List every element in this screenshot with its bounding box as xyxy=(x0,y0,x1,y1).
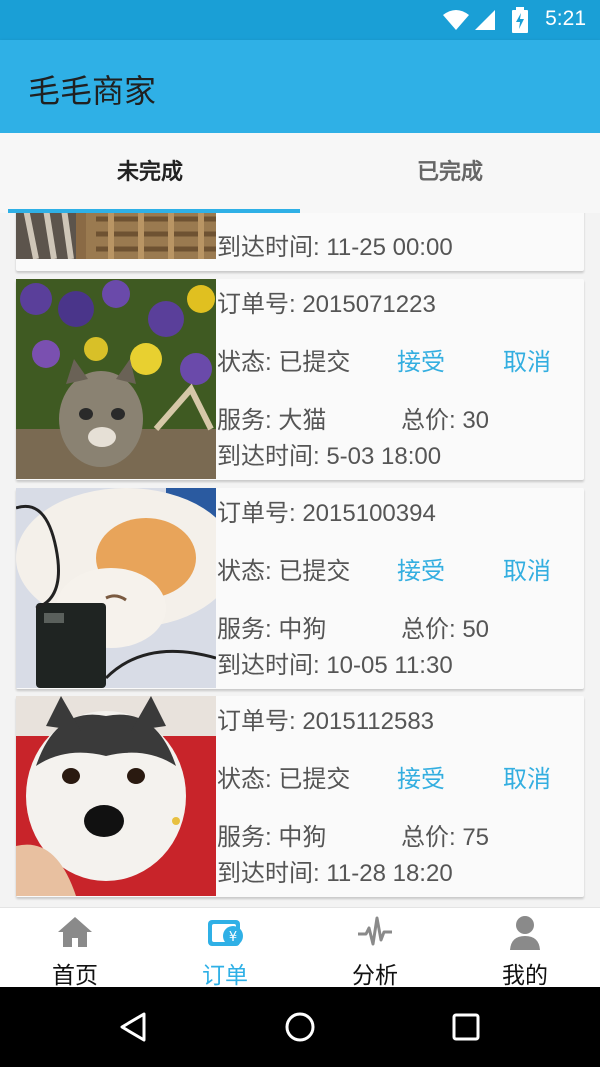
order-card[interactable]: 订单号: 2015112583 状态: 已提交 接受 取消 服务: 中狗 总价:… xyxy=(16,696,584,897)
cancel-button[interactable]: 取消 xyxy=(503,342,551,377)
svg-text:¥: ¥ xyxy=(229,930,237,945)
order-photo-sleeping-cat xyxy=(16,488,216,688)
wifi-icon xyxy=(443,10,469,30)
home-icon xyxy=(58,917,92,947)
nav-home-label: 首页 xyxy=(52,963,98,989)
cancel-button[interactable]: 取消 xyxy=(503,551,551,586)
tab-finished[interactable]: 已完成 xyxy=(300,133,600,213)
nav-profile-label: 我的 xyxy=(502,963,548,989)
order-wallet-icon: ¥ xyxy=(208,920,243,946)
recents-icon[interactable] xyxy=(452,1013,480,1041)
order-total: 总价: 50 xyxy=(401,616,490,643)
home-circle-icon[interactable] xyxy=(284,1011,316,1043)
bottom-navigation: 首页 ¥ 订单 分析 我的 xyxy=(0,907,600,989)
order-number: 订单号: 2015071223 xyxy=(217,291,436,318)
order-card[interactable]: 到达时间: 11-25 00:00 xyxy=(16,213,584,271)
order-number: 订单号: 2015100394 xyxy=(217,500,436,527)
order-arrival-time: 到达时间: 5-03 18:00 xyxy=(217,443,442,470)
back-icon[interactable] xyxy=(118,1011,148,1043)
order-service: 服务: 大猫 xyxy=(217,407,327,434)
nav-orders[interactable]: ¥ 订单 xyxy=(150,908,300,989)
nav-analysis-label: 分析 xyxy=(352,963,398,989)
nav-analysis[interactable]: 分析 xyxy=(300,908,450,989)
order-status: 状态: 已提交 xyxy=(217,766,351,793)
system-navigation-bar xyxy=(0,987,600,1067)
status-bar: 5:21 xyxy=(0,0,600,40)
order-arrival-time: 到达时间: 11-28 18:20 xyxy=(217,860,453,887)
order-card[interactable]: 订单号: 2015071223 状态: 已提交 接受 取消 服务: 大猫 总价:… xyxy=(16,279,584,480)
clock-time: 5:21 xyxy=(545,7,586,30)
app-title: 毛毛商家 xyxy=(28,72,157,110)
accept-button[interactable]: 接受 xyxy=(397,342,445,377)
nav-profile[interactable]: 我的 xyxy=(450,908,600,989)
tab-bar: 未完成 已完成 xyxy=(0,133,600,213)
order-status: 状态: 已提交 xyxy=(217,349,351,376)
nav-home[interactable]: 首页 xyxy=(0,908,150,989)
app-bar: 毛毛商家 xyxy=(0,40,600,133)
nav-orders-label: 订单 xyxy=(202,963,248,989)
order-card[interactable]: 订单号: 2015100394 状态: 已提交 接受 取消 服务: 中狗 总价:… xyxy=(16,488,584,689)
order-status: 状态: 已提交 xyxy=(217,558,351,585)
accept-button[interactable]: 接受 xyxy=(397,551,445,586)
order-service: 服务: 中狗 xyxy=(217,824,327,851)
pulse-icon xyxy=(358,916,392,946)
order-photo-husky-puppy xyxy=(16,696,216,896)
order-total: 总价: 75 xyxy=(401,824,490,851)
order-photo-cat-basket xyxy=(16,213,216,259)
order-service: 服务: 中狗 xyxy=(217,616,327,643)
signal-icon xyxy=(475,10,495,30)
tab-unfinished[interactable]: 未完成 xyxy=(0,133,300,213)
order-arrival-time: 到达时间: 10-05 11:30 xyxy=(217,652,453,679)
order-number: 订单号: 2015112583 xyxy=(217,708,435,735)
person-icon xyxy=(510,916,540,950)
order-arrival-time: 到达时间: 11-25 00:00 xyxy=(217,234,453,261)
order-list[interactable]: 到达时间: 11-25 00:00 订单号: 2015071223 状态: 已提… xyxy=(0,213,600,907)
order-photo-kitten-flowers xyxy=(16,279,216,479)
order-total: 总价: 30 xyxy=(401,407,490,434)
battery-charging-icon xyxy=(512,7,528,33)
cancel-button[interactable]: 取消 xyxy=(503,759,551,794)
accept-button[interactable]: 接受 xyxy=(397,759,445,794)
